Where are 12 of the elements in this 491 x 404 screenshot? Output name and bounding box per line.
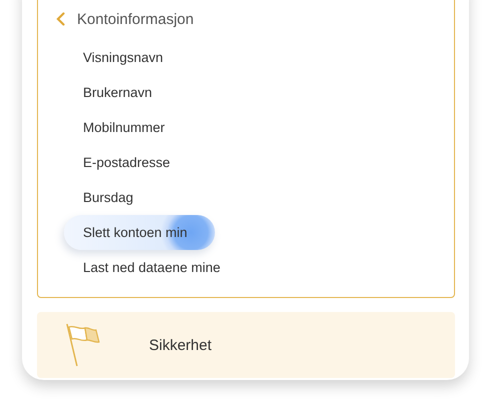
section-title: Sikkerhet	[149, 336, 212, 354]
menu-item[interactable]: Mobilnummer	[64, 110, 191, 145]
flag-icon	[65, 322, 101, 368]
menu-item[interactable]: E-postadresse	[64, 145, 196, 180]
menu-item[interactable]: Bursdag	[64, 180, 160, 215]
section-title: Kontoinformasjon	[77, 10, 194, 28]
back-chevron-icon[interactable]	[56, 12, 65, 26]
menu-item[interactable]: Brukernavn	[64, 75, 178, 110]
menu-item[interactable]: Last ned dataene mine	[64, 250, 246, 285]
menu-item[interactable]: Slett kontoen min	[64, 215, 216, 250]
section-row[interactable]: Sikkerhet	[37, 312, 455, 378]
menu-item[interactable]: Visningsnavn	[64, 40, 190, 75]
